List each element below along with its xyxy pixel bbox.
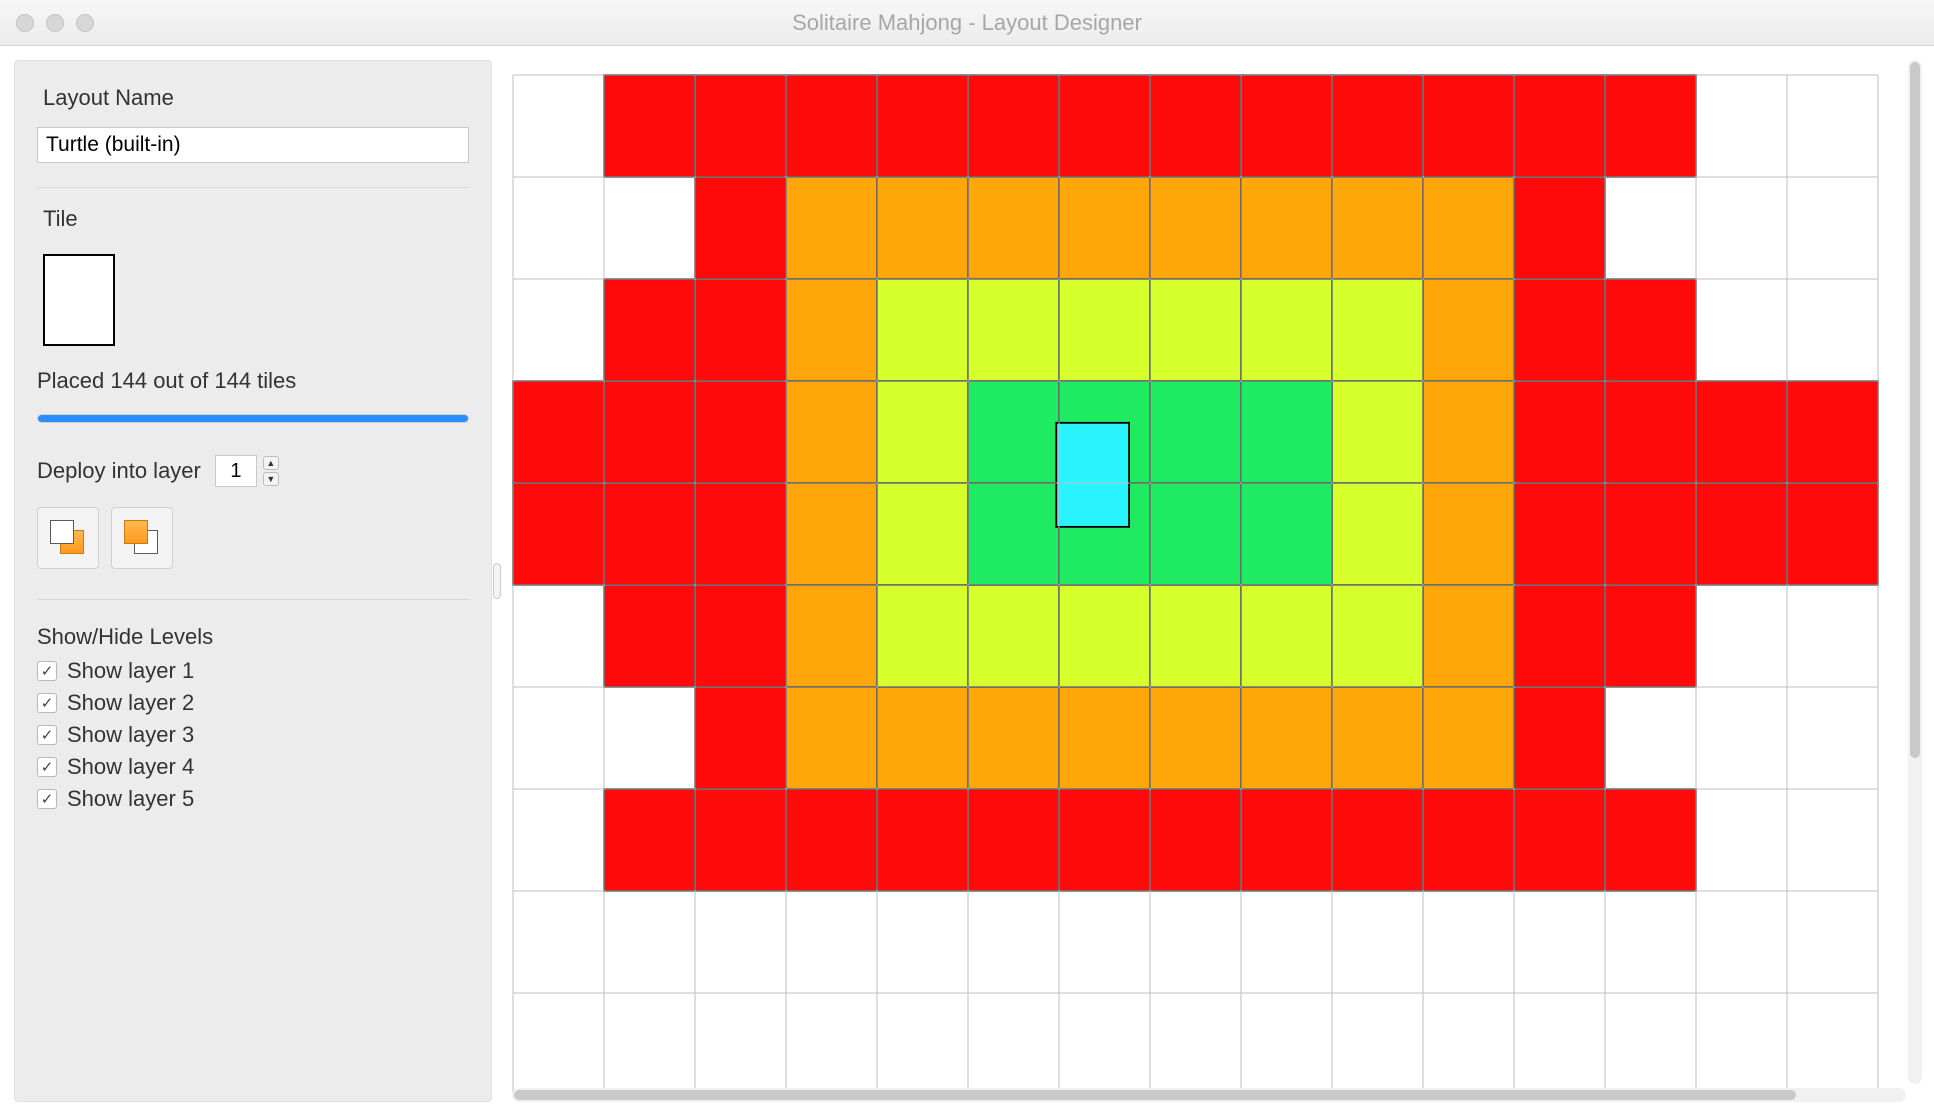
stack-front-icon bbox=[50, 520, 86, 556]
vertical-scrollbar[interactable] bbox=[1908, 60, 1922, 1084]
layers-panel: Show/Hide Levels Show layer 1 Show layer … bbox=[37, 618, 469, 818]
bring-to-front-button[interactable] bbox=[37, 507, 99, 569]
layer-checkbox[interactable] bbox=[37, 757, 57, 777]
grip-icon bbox=[493, 563, 501, 599]
layout-grid[interactable] bbox=[512, 74, 1879, 1096]
app-window: Solitaire Mahjong - Layout Designer Layo… bbox=[0, 0, 1934, 1116]
layer-checkbox[interactable] bbox=[37, 789, 57, 809]
layer-toggle-row: Show layer 4 bbox=[37, 754, 469, 780]
tile-preview[interactable] bbox=[43, 254, 115, 346]
minimize-icon[interactable] bbox=[46, 14, 64, 32]
progress-bar bbox=[37, 414, 469, 423]
titlebar: Solitaire Mahjong - Layout Designer bbox=[0, 0, 1934, 46]
divider bbox=[37, 187, 469, 188]
layer-checkbox[interactable] bbox=[37, 661, 57, 681]
layer-label: Show layer 1 bbox=[67, 658, 194, 684]
canvas-area bbox=[504, 60, 1922, 1102]
layer-checkbox[interactable] bbox=[37, 725, 57, 745]
placed-status: Placed 144 out of 144 tiles bbox=[37, 368, 469, 394]
scrollbar-thumb[interactable] bbox=[514, 1090, 1796, 1100]
pane-splitter[interactable] bbox=[492, 46, 502, 1116]
layer-toggle-row: Show layer 1 bbox=[37, 658, 469, 684]
window-controls bbox=[16, 14, 94, 32]
sidebar: Layout Name Tile Placed 144 out of 144 t… bbox=[14, 60, 492, 1102]
horizontal-scrollbar[interactable] bbox=[512, 1088, 1906, 1102]
layer-checkbox[interactable] bbox=[37, 693, 57, 713]
layer-toggle-row: Show layer 5 bbox=[37, 786, 469, 812]
tile-label: Tile bbox=[43, 206, 469, 232]
layout-name-input[interactable] bbox=[37, 127, 469, 163]
window-body: Layout Name Tile Placed 144 out of 144 t… bbox=[0, 46, 1934, 1116]
scrollbar-thumb[interactable] bbox=[1910, 62, 1920, 758]
showhide-label: Show/Hide Levels bbox=[37, 624, 469, 650]
stack-back-icon bbox=[124, 520, 160, 556]
layer-label: Show layer 4 bbox=[67, 754, 194, 780]
layout-name-label: Layout Name bbox=[43, 85, 469, 111]
deploy-layer-stepper: ▲ ▼ bbox=[215, 455, 279, 487]
zoom-icon[interactable] bbox=[76, 14, 94, 32]
send-to-back-button[interactable] bbox=[111, 507, 173, 569]
deploy-layer-input[interactable] bbox=[215, 455, 257, 487]
deploy-label: Deploy into layer bbox=[37, 458, 201, 484]
stepper-down-button[interactable]: ▼ bbox=[263, 472, 279, 486]
layer-label: Show layer 5 bbox=[67, 786, 194, 812]
layer-toggle-row: Show layer 3 bbox=[37, 722, 469, 748]
layer-label: Show layer 3 bbox=[67, 722, 194, 748]
divider bbox=[37, 599, 469, 600]
window-title: Solitaire Mahjong - Layout Designer bbox=[0, 10, 1934, 36]
layer-label: Show layer 2 bbox=[67, 690, 194, 716]
layer-toggle-row: Show layer 2 bbox=[37, 690, 469, 716]
stepper-up-button[interactable]: ▲ bbox=[263, 456, 279, 470]
close-icon[interactable] bbox=[16, 14, 34, 32]
